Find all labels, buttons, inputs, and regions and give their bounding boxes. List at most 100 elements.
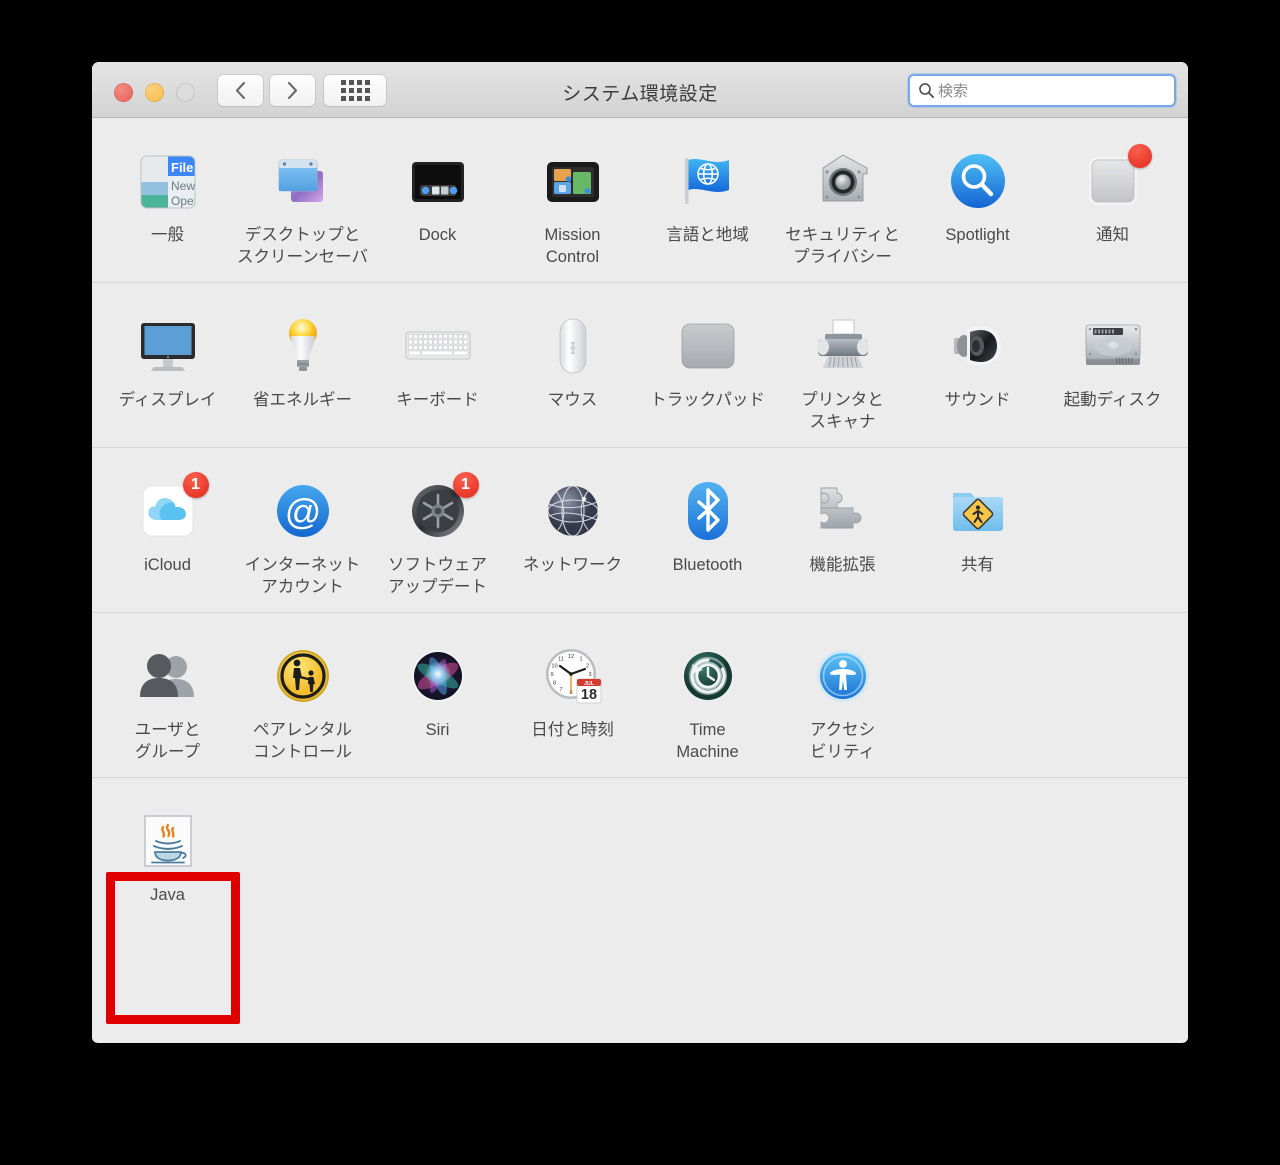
section-internet-wireless: 1 iCloud @ インターネット アカウント 1 ソフトウェア アップデート… [92,448,1188,613]
pref-label: ネットワーク [523,556,622,574]
pref-label: セキュリティと プライバシー [785,226,900,266]
section-other: Java [92,778,1188,920]
time-machine-icon [675,643,741,709]
pref-parental-controls[interactable]: ペアレンタル コントロール [235,635,370,763]
svg-text:11: 11 [558,657,564,663]
desktop-screensaver-icon [270,148,336,214]
svg-text:10: 10 [551,664,557,670]
status-badge: 1 [182,472,209,498]
pref-spotlight[interactable]: Spotlight [910,140,1045,268]
icloud-icon: 1 [135,472,209,544]
pref-label: ユーザと グループ [134,721,201,761]
pref-label: ペアレンタル コントロール [253,721,352,761]
mission-control-icon [540,148,606,214]
pref-desktop-screensaver[interactable]: デスクトップと スクリーンセーバ [235,140,370,268]
pref-language-region[interactable]: 言語と地域 [640,140,775,268]
display-icon [135,313,201,379]
pref-label: 起動ディスク [1063,391,1162,409]
pref-icloud[interactable]: 1 iCloud [100,470,235,598]
java-icon [135,808,201,874]
svg-text:8: 8 [552,681,555,687]
system-preferences-window: システム環境設定 検索 File New Ope 一般 デスクトップと スクリー… [92,62,1188,1043]
language-region-icon [675,148,741,214]
svg-text:9: 9 [550,672,553,678]
extensions-icon [810,478,876,544]
pref-label: キーボード [396,391,479,409]
pref-trackpad[interactable]: トラックパッド [640,305,775,433]
pref-startup-disk[interactable]: 起動ディスク [1045,305,1180,433]
printer-scanner-icon [810,313,876,379]
pref-label: 機能拡張 [809,556,876,574]
pref-time-machine[interactable]: Time Machine [640,635,775,763]
pref-displays[interactable]: ディスプレイ [100,305,235,433]
pref-general[interactable]: File New Ope 一般 [100,140,235,268]
parental-controls-icon [270,643,336,709]
energy-saver-icon [270,313,336,379]
search-placeholder: 検索 [938,83,969,100]
pref-internet-accounts[interactable]: @ インターネット アカウント [235,470,370,598]
pref-mission-control[interactable]: Mission Control [505,140,640,268]
pref-energy-saver[interactable]: 省エネルギー [235,305,370,433]
dock-icon [405,148,471,214]
accessibility-icon [810,643,876,709]
pref-label: 言語と地域 [666,226,749,244]
section-personal: File New Ope 一般 デスクトップと スクリーンセーバ Dock Mi… [92,118,1188,283]
software-update-icon: 1 [405,472,479,544]
pref-label: iCloud [144,556,191,574]
sharing-icon [945,478,1011,544]
pref-label: Spotlight [945,226,1010,244]
status-badge: 1 [452,472,479,498]
pref-security-privacy[interactable]: セキュリティと プライバシー [775,140,910,268]
svg-text:@: @ [284,491,321,532]
keyboard-icon [405,313,471,379]
mouse-icon [540,313,606,379]
pref-keyboard[interactable]: キーボード [370,305,505,433]
section-system: ユーザと グループ ペアレンタル コントロール Siri 12 1 2 3 7 … [92,613,1188,778]
search-field[interactable]: 検索 [908,74,1176,107]
pref-label: サウンド [944,391,1011,409]
pref-label: アクセシ ビリティ [809,721,876,761]
pref-label: ディスプレイ [118,391,217,409]
pref-mouse[interactable]: マウス [505,305,640,433]
pref-label: Dock [418,226,457,244]
pref-label: インターネット アカウント [244,556,361,596]
pref-printers-scanners[interactable]: プリンタと スキャナ [775,305,910,433]
pref-accessibility[interactable]: アクセシ ビリティ [775,635,910,763]
preferences-grid: File New Ope 一般 デスクトップと スクリーンセーバ Dock Mi… [92,118,1188,1042]
svg-text:2: 2 [585,664,588,670]
pref-sharing[interactable]: 共有 [910,470,1045,598]
svg-text:3: 3 [588,672,591,678]
pref-bluetooth[interactable]: Bluetooth [640,470,775,598]
pref-label: ソフトウェア アップデート [388,556,487,596]
pref-label: トラックパッド [650,391,765,409]
network-icon [540,478,606,544]
pref-sound[interactable]: サウンド [910,305,1045,433]
pref-dock[interactable]: Dock [370,140,505,268]
pref-network[interactable]: ネットワーク [505,470,640,598]
pref-extensions[interactable]: 機能拡張 [775,470,910,598]
date-time-icon: 1212 345 678 91011 [540,643,606,709]
pref-label: 共有 [961,556,994,574]
sound-icon [945,313,1011,379]
spotlight-icon [945,148,1011,214]
pref-label: 通知 [1096,226,1129,244]
pref-label: Time Machine [676,721,739,761]
pref-users-groups[interactable]: ユーザと グループ [100,635,235,763]
svg-text:Ope: Ope [171,194,194,208]
pref-date-time[interactable]: 1212 345 678 91011 [505,635,640,763]
pref-label: Bluetooth [672,556,743,574]
pref-label: マウス [547,391,598,409]
pref-label: Mission Control [544,226,601,266]
pref-java[interactable]: Java [100,800,235,906]
section-hardware: ディスプレイ 省エネルギー キーボード マウス トラックパッド プリンタと スキ… [92,283,1188,448]
pref-notifications[interactable]: 通知 [1045,140,1180,268]
pref-label: 一般 [151,226,184,244]
pref-software-update[interactable]: 1 ソフトウェア アップデート [370,470,505,598]
pref-label: デスクトップと スクリーンセーバ [236,226,368,266]
trackpad-icon [675,313,741,379]
calendar-day: 18 [580,687,596,703]
pref-label: Java [150,886,185,904]
calendar-month: JUL [584,681,595,687]
pref-siri[interactable]: Siri [370,635,505,763]
pref-label: Siri [425,721,450,739]
